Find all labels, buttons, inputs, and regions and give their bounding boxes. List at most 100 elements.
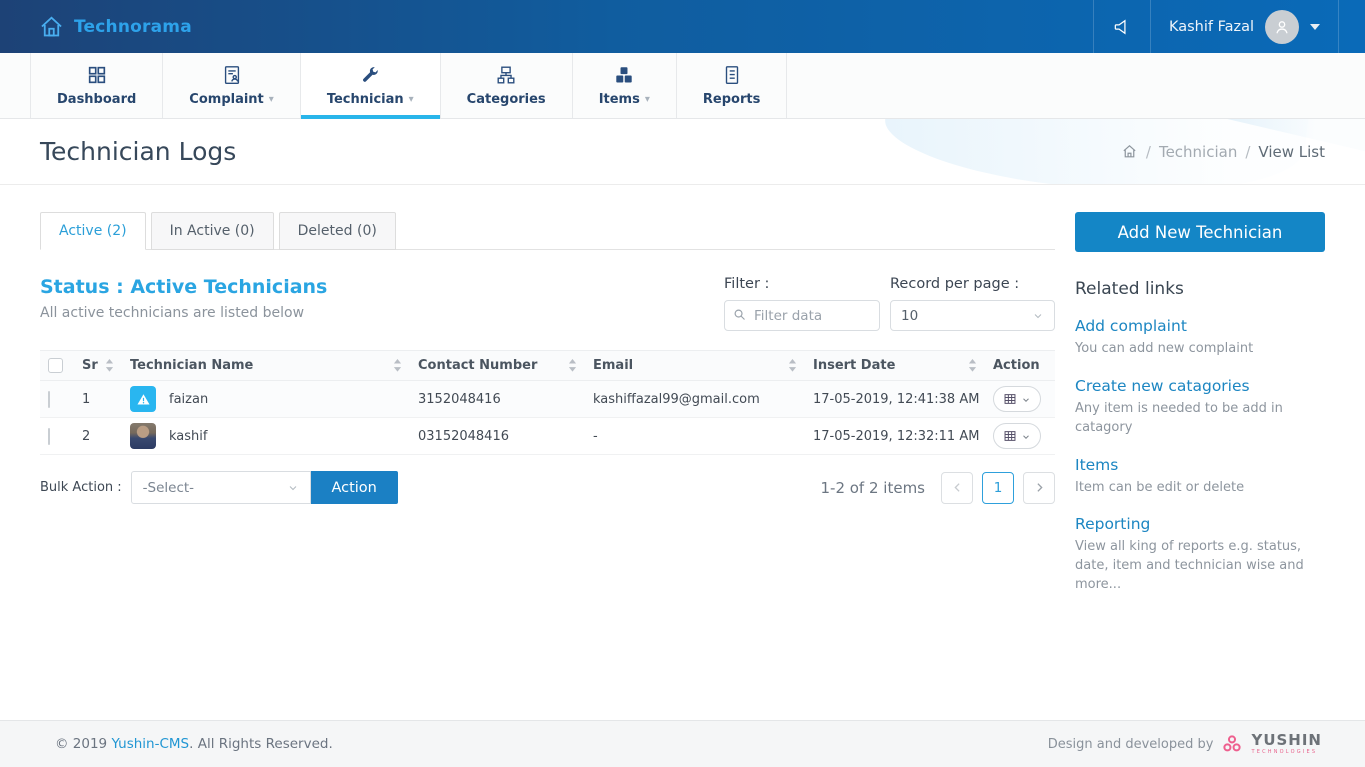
bulk-action-button[interactable]: Action — [311, 471, 398, 504]
cell-contact: 03152048416 — [418, 429, 593, 444]
cell-technician-name: kashif — [169, 429, 207, 444]
related-link-reporting[interactable]: Reporting — [1075, 515, 1325, 533]
header-contact-number[interactable]: Contact Number — [418, 358, 593, 373]
spacer — [1339, 0, 1365, 53]
chevron-down-icon — [287, 482, 299, 494]
pagination-page-button[interactable]: 1 — [982, 472, 1014, 504]
brand[interactable]: Technorama — [0, 0, 1093, 53]
technician-photo — [130, 423, 156, 449]
broken-image-warning-icon — [130, 386, 156, 412]
side-column: Add New Technician Related links Add com… — [1075, 185, 1325, 720]
header-email[interactable]: Email — [593, 358, 813, 373]
pagination-prev-button[interactable] — [941, 472, 973, 504]
home-icon[interactable] — [1121, 143, 1138, 160]
nav-label: Dashboard — [57, 92, 136, 107]
bulk-action-select[interactable]: -Select- — [131, 471, 311, 504]
related-link-add-complaint[interactable]: Add complaint — [1075, 317, 1325, 335]
row-action-button[interactable] — [993, 423, 1041, 449]
sort-icon[interactable] — [788, 359, 797, 372]
add-new-technician-button[interactable]: Add New Technician — [1075, 212, 1325, 252]
cell-insert-date: 17-05-2019, 12:41:38 AM — [813, 392, 993, 407]
title-bar: Technician Logs / Technician / View List — [0, 119, 1365, 185]
nav-label: Complaint — [189, 92, 263, 107]
related-link-items[interactable]: Items — [1075, 456, 1325, 474]
technicians-table: Sr Technician Name Contact Number Email — [40, 350, 1055, 455]
nav-item-dashboard[interactable]: Dashboard — [30, 53, 163, 118]
nav-item-complaint[interactable]: Complaint ▾ — [163, 53, 301, 118]
footer: © 2019 Yushin-CMS. All Rights Reserved. … — [0, 720, 1365, 767]
header-sr[interactable]: Sr — [82, 358, 130, 373]
status-heading: Status : Active Technicians — [40, 276, 327, 298]
related-links-heading: Related links — [1075, 279, 1325, 299]
user-name: Kashif Fazal — [1169, 19, 1254, 35]
related-link-desc: You can add new complaint — [1075, 340, 1325, 359]
pagination: 1-2 of 2 items 1 — [820, 472, 1055, 504]
select-all-checkbox[interactable] — [48, 358, 63, 373]
nav-item-categories[interactable]: Categories — [441, 53, 573, 118]
breadcrumb-technician[interactable]: Technician — [1159, 143, 1237, 161]
top-bar: Technorama Kashif Fazal — [0, 0, 1365, 53]
sort-icon[interactable] — [105, 359, 114, 372]
dashboard-grid-icon — [86, 64, 108, 86]
sort-icon[interactable] — [568, 359, 577, 372]
header-insert-date[interactable]: Insert Date — [813, 358, 993, 373]
cell-email: - — [593, 429, 813, 444]
cell-technician-name: faizan — [169, 392, 208, 407]
main-column: Active (2) In Active (0) Deleted (0) Sta… — [40, 185, 1055, 720]
app-window: Technorama Kashif Fazal — [0, 0, 1365, 767]
complaint-document-icon — [221, 64, 243, 86]
avatar — [1265, 10, 1299, 44]
tab-active[interactable]: Active (2) — [40, 212, 146, 250]
tab-deleted[interactable]: Deleted (0) — [279, 212, 396, 250]
breadcrumb: / Technician / View List — [1121, 143, 1325, 161]
header-technician-name[interactable]: Technician Name — [130, 358, 418, 373]
nav-label: Categories — [467, 92, 546, 107]
filter-input[interactable] — [724, 300, 880, 331]
status-filter-row: Status : Active Technicians All active t… — [40, 276, 1055, 331]
cubes-icon — [613, 64, 635, 86]
wrench-icon — [359, 64, 381, 86]
yushin-logo-icon — [1221, 733, 1243, 755]
cell-sr: 1 — [82, 392, 130, 407]
sort-icon[interactable] — [968, 359, 977, 372]
chevron-down-icon: ▾ — [409, 94, 414, 105]
nav-item-technician[interactable]: Technician▾ — [301, 53, 441, 118]
report-list-icon — [721, 64, 743, 86]
bulk-action-value: -Select- — [143, 480, 194, 496]
status-subtitle: All active technicians are listed below — [40, 305, 327, 321]
row-checkbox[interactable] — [48, 428, 50, 445]
related-link-create-categories[interactable]: Create new catagories — [1075, 377, 1325, 395]
record-per-page-select[interactable]: 10 — [890, 300, 1055, 331]
cell-contact: 3152048416 — [418, 392, 593, 407]
megaphone-icon — [1112, 17, 1132, 37]
status-tabs: Active (2) In Active (0) Deleted (0) — [40, 212, 1055, 250]
chevron-down-icon: ▾ — [269, 94, 274, 105]
bulk-action-label: Bulk Action : — [40, 480, 122, 495]
nav-label: Items — [599, 92, 640, 107]
yushin-cms-link[interactable]: Yushin-CMS — [111, 736, 189, 752]
record-per-page-label: Record per page : — [890, 276, 1055, 292]
chevron-down-icon — [1021, 394, 1031, 404]
content: Active (2) In Active (0) Deleted (0) Sta… — [0, 185, 1365, 720]
bulk-action-row: Bulk Action : -Select- Action 1-2 of 2 i… — [40, 471, 1055, 504]
yushin-sub: TECHNOLOGIES — [1251, 750, 1322, 755]
related-link: Reporting View all king of reports e.g. … — [1075, 515, 1325, 595]
tab-inactive[interactable]: In Active (0) — [151, 212, 274, 250]
user-menu[interactable]: Kashif Fazal — [1151, 0, 1338, 53]
pagination-next-button[interactable] — [1023, 472, 1055, 504]
nav-item-reports[interactable]: Reports — [677, 53, 787, 118]
announcements-button[interactable] — [1094, 0, 1150, 53]
house-logo-icon — [38, 13, 65, 40]
table-grid-icon — [1003, 392, 1017, 406]
sort-icon[interactable] — [393, 359, 402, 372]
nav-item-items[interactable]: Items▾ — [573, 53, 677, 118]
main-nav: Dashboard Complaint ▾ Technician▾ — [0, 53, 1365, 119]
related-link-desc: Item can be edit or delete — [1075, 479, 1325, 498]
copyright: © 2019 Yushin-CMS. All Rights Reserved. — [55, 736, 333, 752]
search-icon — [732, 307, 747, 322]
related-link: Items Item can be edit or delete — [1075, 456, 1325, 498]
credit-text: Design and developed by — [1048, 737, 1214, 752]
chevron-down-icon — [1021, 431, 1031, 441]
row-checkbox[interactable] — [48, 391, 50, 408]
row-action-button[interactable] — [993, 386, 1041, 412]
